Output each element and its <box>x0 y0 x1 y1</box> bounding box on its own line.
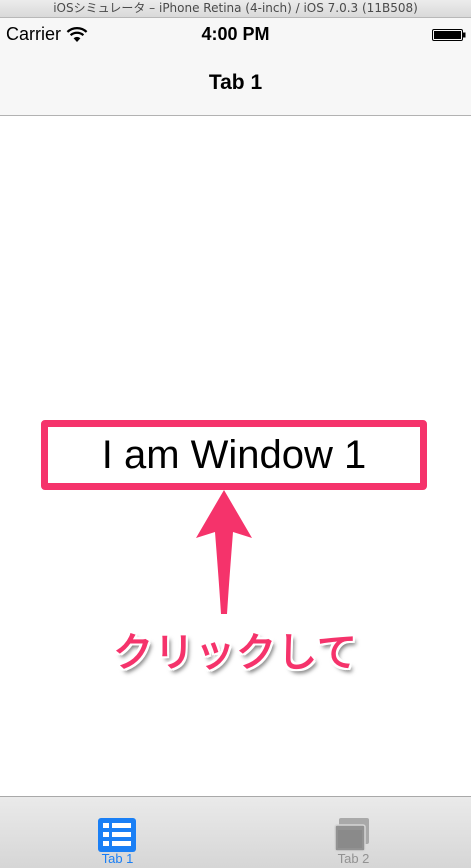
simulator-title-bar: iOSシミュレータ – iPhone Retina (4-inch) / iOS… <box>0 0 471 18</box>
battery-icon <box>432 29 466 41</box>
tab-2-label: Tab 2 <box>337 851 370 866</box>
window-label[interactable]: I am Window 1 <box>41 420 427 490</box>
click-callout: クリックして <box>113 630 358 676</box>
list-icon <box>98 818 136 852</box>
tab-1[interactable]: Tab 1 <box>0 797 235 868</box>
nav-title: Tab 1 <box>208 71 263 94</box>
tab-1-label: Tab 1 <box>101 851 134 866</box>
windows-icon <box>334 818 369 852</box>
tab-2[interactable]: Tab 2 <box>236 797 471 868</box>
status-time: 4:00 PM <box>201 24 270 44</box>
tab-bar: Tab 1 Tab 2 <box>0 796 471 868</box>
up-arrow-icon <box>196 490 252 614</box>
simulator-window: iOSシミュレータ – iPhone Retina (4-inch) / iOS… <box>0 0 471 868</box>
